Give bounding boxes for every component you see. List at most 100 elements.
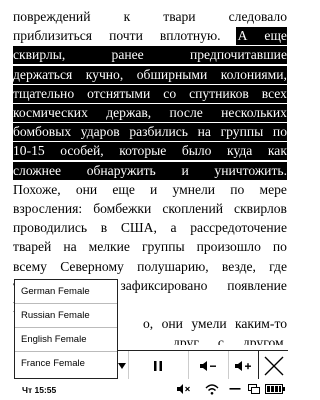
- word: бомбовых: [13, 123, 72, 142]
- word: еще: [264, 27, 287, 46]
- text-line: взросления: бомбежки скоплений сквирлов: [13, 200, 287, 218]
- voice-selection-popup: German Female Russian Female English Fem…: [14, 279, 118, 379]
- word: со: [163, 84, 177, 103]
- word: приблизиться: [13, 28, 93, 44]
- battery-icon: [265, 383, 285, 395]
- word: по: [272, 123, 287, 142]
- word: группы: [220, 123, 264, 142]
- word: сквирлы,: [13, 46, 66, 65]
- word: а: [170, 220, 177, 236]
- text-line: друг с другом,: [173, 334, 287, 345]
- volume-up-icon: [235, 360, 251, 371]
- word: разбились: [129, 123, 188, 142]
- word: произошло: [196, 239, 261, 255]
- word: космических: [13, 104, 88, 122]
- wifi-icon: [205, 383, 219, 395]
- word: обнаружить: [86, 161, 156, 180]
- word: держав,: [106, 104, 152, 122]
- word: после: [169, 104, 203, 122]
- word: повреждений: [13, 9, 91, 24]
- text-line: повреждений к твари следовало: [13, 8, 287, 26]
- mute-icon: [177, 383, 191, 395]
- word: группы: [141, 239, 185, 255]
- word: тварей: [13, 239, 52, 255]
- volume-down-button[interactable]: [188, 351, 229, 380]
- word: нескольких: [221, 104, 287, 122]
- word: которые: [119, 142, 167, 161]
- word: полушарию,: [137, 258, 209, 274]
- word: держаться: [13, 65, 73, 84]
- word: сложнее: [13, 161, 62, 180]
- word: особей,: [60, 142, 104, 161]
- word: отснятыми: [87, 84, 151, 103]
- word: Северному: [60, 258, 124, 274]
- word: всех: [261, 84, 287, 103]
- word: к: [123, 9, 131, 24]
- word: они: [161, 316, 183, 332]
- volume-down-icon: [200, 360, 216, 371]
- word: рассредоточение: [190, 220, 287, 236]
- word: появление: [227, 277, 287, 293]
- volume-up-button[interactable]: [228, 351, 259, 380]
- word: мере: [259, 181, 287, 197]
- text-line: всему Северному полушарию, везде, где: [13, 258, 287, 276]
- voice-option[interactable]: Russian Female: [15, 304, 117, 328]
- pause-button[interactable]: [128, 351, 189, 380]
- word: другом,: [242, 335, 287, 345]
- word: США,: [120, 220, 157, 236]
- dropdown-icon: [118, 362, 126, 369]
- word: зафиксировано: [120, 277, 208, 293]
- word: сквирлов: [234, 201, 287, 216]
- word: тщательно: [13, 84, 75, 103]
- word: ранее: [111, 46, 144, 65]
- text-line: сложнее обнаружить и уничтожить.: [13, 161, 287, 180]
- word: предпочитавшие: [189, 46, 287, 65]
- brightness-icon: [229, 383, 241, 395]
- close-icon: [264, 356, 284, 375]
- word: в: [100, 220, 108, 236]
- voice-option[interactable]: France Female: [15, 352, 117, 376]
- tts-toolbar: [116, 350, 288, 380]
- word: Похоже,: [13, 181, 61, 197]
- word: обширными: [136, 65, 208, 84]
- word: уничтожить.: [214, 161, 287, 180]
- word: спутников: [189, 84, 249, 103]
- text-line: держаться кучно, обширными колониями,: [13, 65, 287, 84]
- word: еще: [112, 181, 135, 197]
- voice-option[interactable]: German Female: [15, 280, 117, 304]
- word: с: [217, 335, 224, 345]
- word: почти: [109, 28, 143, 44]
- word: по: [272, 239, 287, 255]
- word: они: [75, 181, 98, 197]
- status-bar: Чт 15:55: [0, 379, 300, 400]
- word: колониями,: [220, 65, 287, 84]
- word: кучно,: [85, 65, 124, 84]
- word: на: [197, 123, 211, 142]
- text-line: 10-15 особей, которые было куда как: [13, 142, 287, 161]
- word: взросления:: [13, 201, 83, 216]
- word: друг: [173, 335, 199, 345]
- clock: Чт 15:55: [22, 385, 57, 395]
- word: где: [269, 258, 287, 274]
- word: умели: [191, 316, 227, 332]
- text-line: бомбовых ударов разбились на группы по: [13, 123, 287, 142]
- text-line: тщательно отснятыми со спутников всех: [13, 84, 287, 103]
- word: следовало: [228, 9, 287, 24]
- text-line: о, они умели каким-то: [143, 315, 287, 333]
- word: и: [150, 181, 158, 197]
- word: ударов: [80, 123, 120, 142]
- word: всему: [13, 258, 47, 274]
- text-line: космических держав, после нескольких: [13, 104, 287, 122]
- screens-icon: [248, 383, 260, 395]
- word: как: [267, 142, 287, 161]
- text-line: сквирлы, ранее предпочитавшие: [13, 46, 287, 65]
- word: твари: [163, 9, 196, 24]
- close-button[interactable]: [258, 351, 289, 380]
- voice-option[interactable]: English Female: [15, 328, 117, 352]
- word: и: [181, 161, 189, 180]
- word: было: [181, 142, 212, 161]
- pause-icon: [154, 360, 162, 371]
- word: каким-то: [235, 316, 287, 332]
- word: куда: [227, 142, 253, 161]
- word: скоплений: [162, 201, 223, 216]
